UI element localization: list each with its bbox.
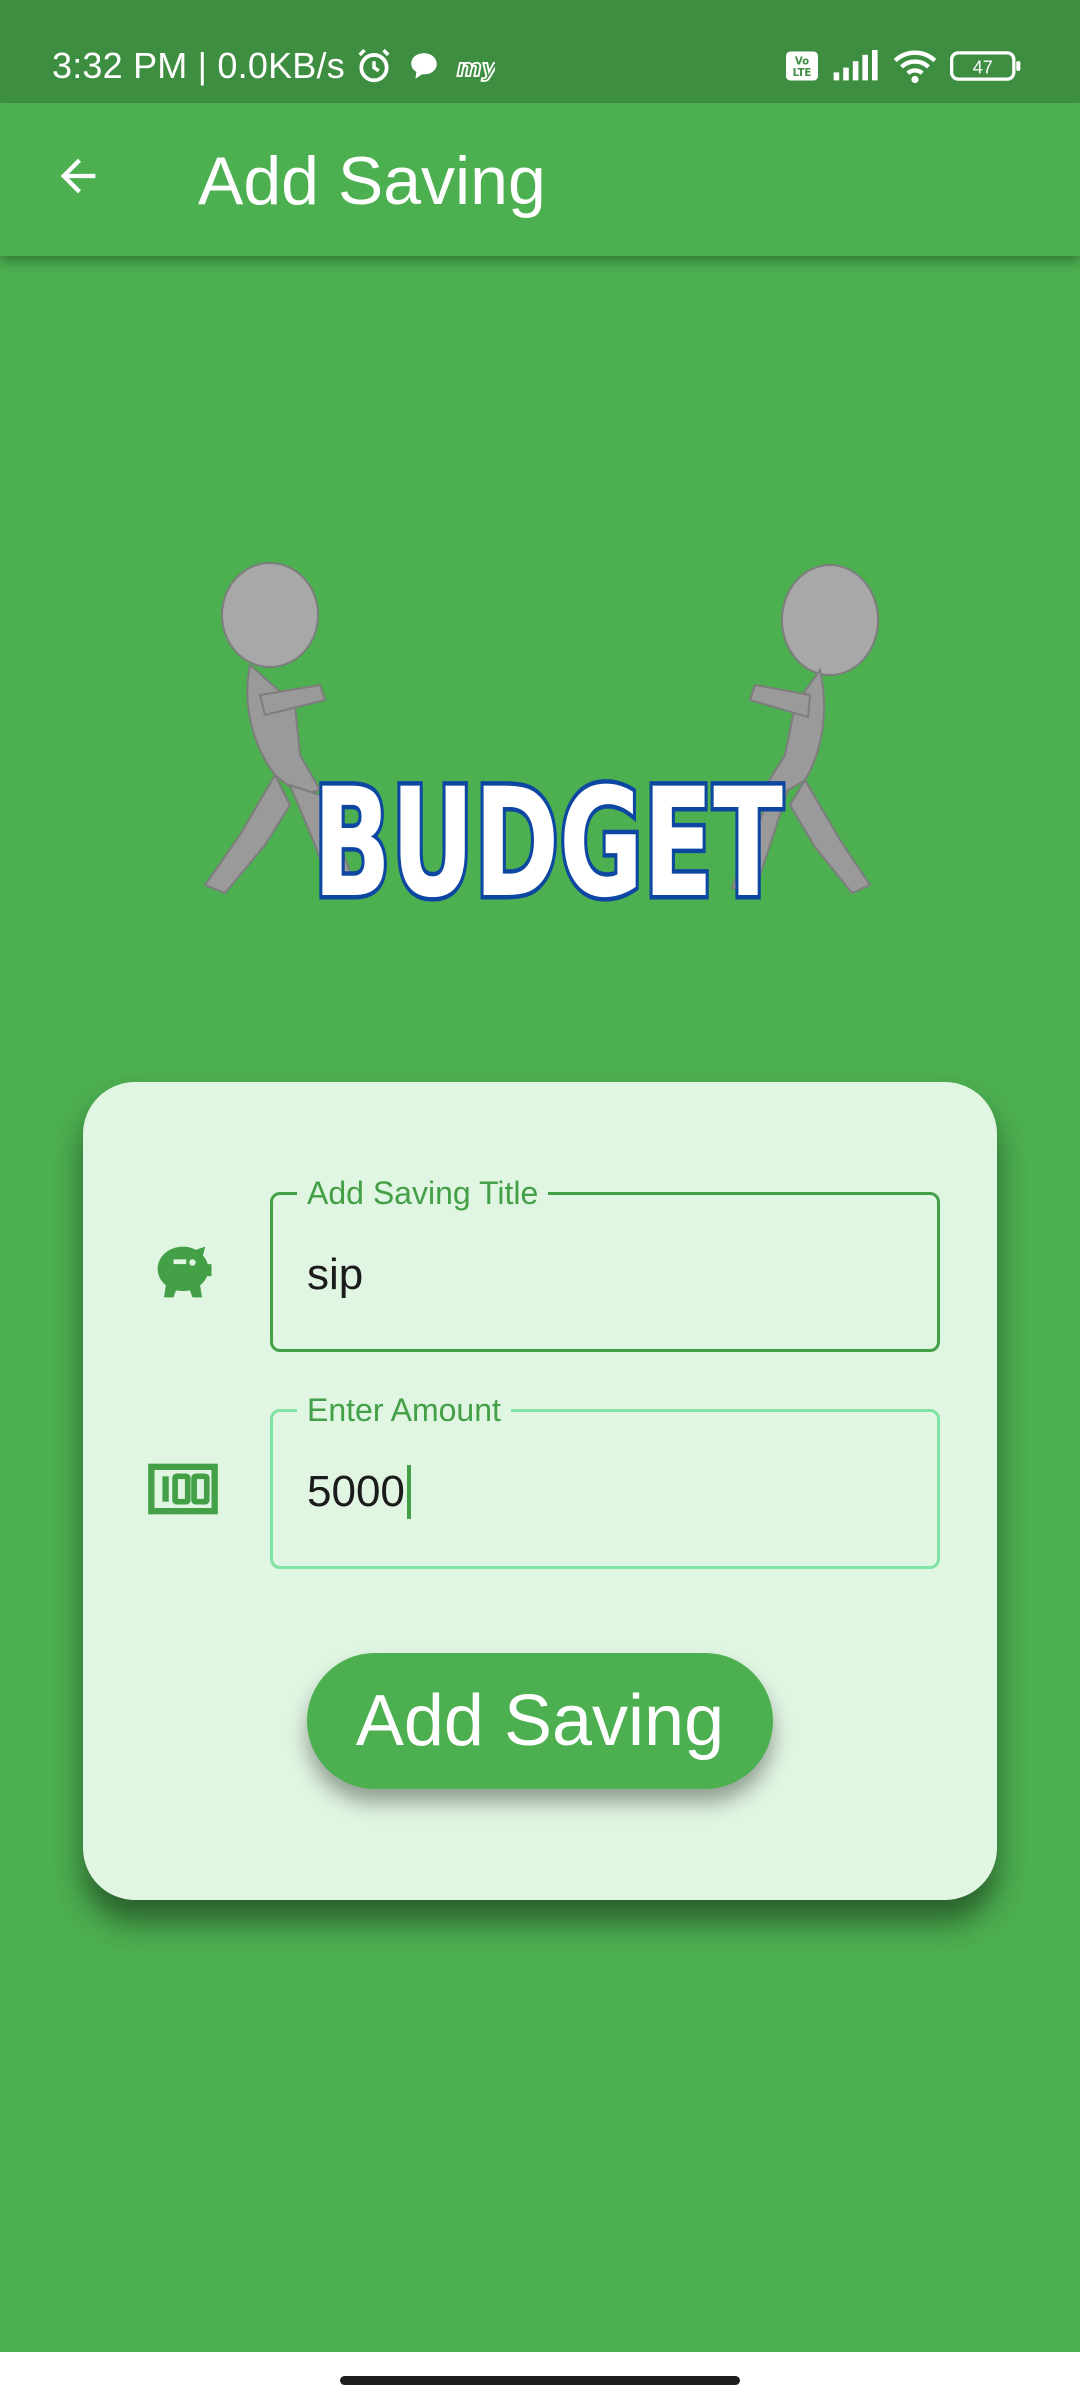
saving-title-field[interactable]: Add Saving Title sip (270, 1175, 940, 1352)
piggy-bank-icon (143, 1232, 223, 1312)
alarm-icon (355, 47, 393, 85)
saving-title-label: Add Saving Title (297, 1175, 549, 1211)
amount-value[interactable]: 5000 (307, 1464, 411, 1520)
arrow-left-icon (52, 150, 104, 207)
battery-icon: 47 (950, 49, 1022, 83)
my-app-icon: my (455, 49, 495, 83)
add-saving-card: Add Saving Title sip Enter Amount 5000 A… (83, 1082, 997, 1900)
budget-illustration: BUDGET (180, 555, 900, 936)
status-right-icons: Vo LTE 47 (784, 44, 1022, 88)
status-left-icons: my (355, 44, 495, 88)
signal-icon (832, 50, 880, 82)
back-button[interactable] (38, 138, 118, 218)
status-bar: 3:32 PM | 0.0KB/s my Vo LTE 47 (0, 0, 1080, 103)
battery-level: 47 (973, 57, 993, 77)
money-100-icon (143, 1449, 223, 1529)
amount-field[interactable]: Enter Amount 5000 (270, 1392, 940, 1569)
svg-text:Vo: Vo (795, 57, 809, 68)
chat-bubble-icon (407, 49, 441, 83)
home-indicator[interactable] (340, 2376, 740, 2385)
app-bar: Add Saving (0, 103, 1080, 256)
page-title: Add Saving (198, 143, 546, 219)
svg-text:LTE: LTE (793, 68, 812, 79)
add-saving-screen: 3:32 PM | 0.0KB/s my Vo LTE 47 Add Savin… (0, 0, 1080, 2400)
budget-word: BUDGET (313, 757, 783, 925)
text-cursor (406, 1465, 411, 1519)
amount-label: Enter Amount (297, 1392, 511, 1428)
status-time: 3:32 PM | 0.0KB/s (52, 45, 345, 86)
saving-title-value[interactable]: sip (307, 1247, 363, 1303)
saving-title-text: sip (307, 1250, 364, 1299)
volte-icon: Vo LTE (784, 50, 820, 82)
wifi-icon (892, 48, 938, 84)
add-saving-button[interactable]: Add Saving (307, 1653, 773, 1789)
navigation-bar (0, 2352, 1080, 2400)
svg-text:my: my (457, 54, 495, 82)
amount-text: 5000 (307, 1467, 405, 1516)
